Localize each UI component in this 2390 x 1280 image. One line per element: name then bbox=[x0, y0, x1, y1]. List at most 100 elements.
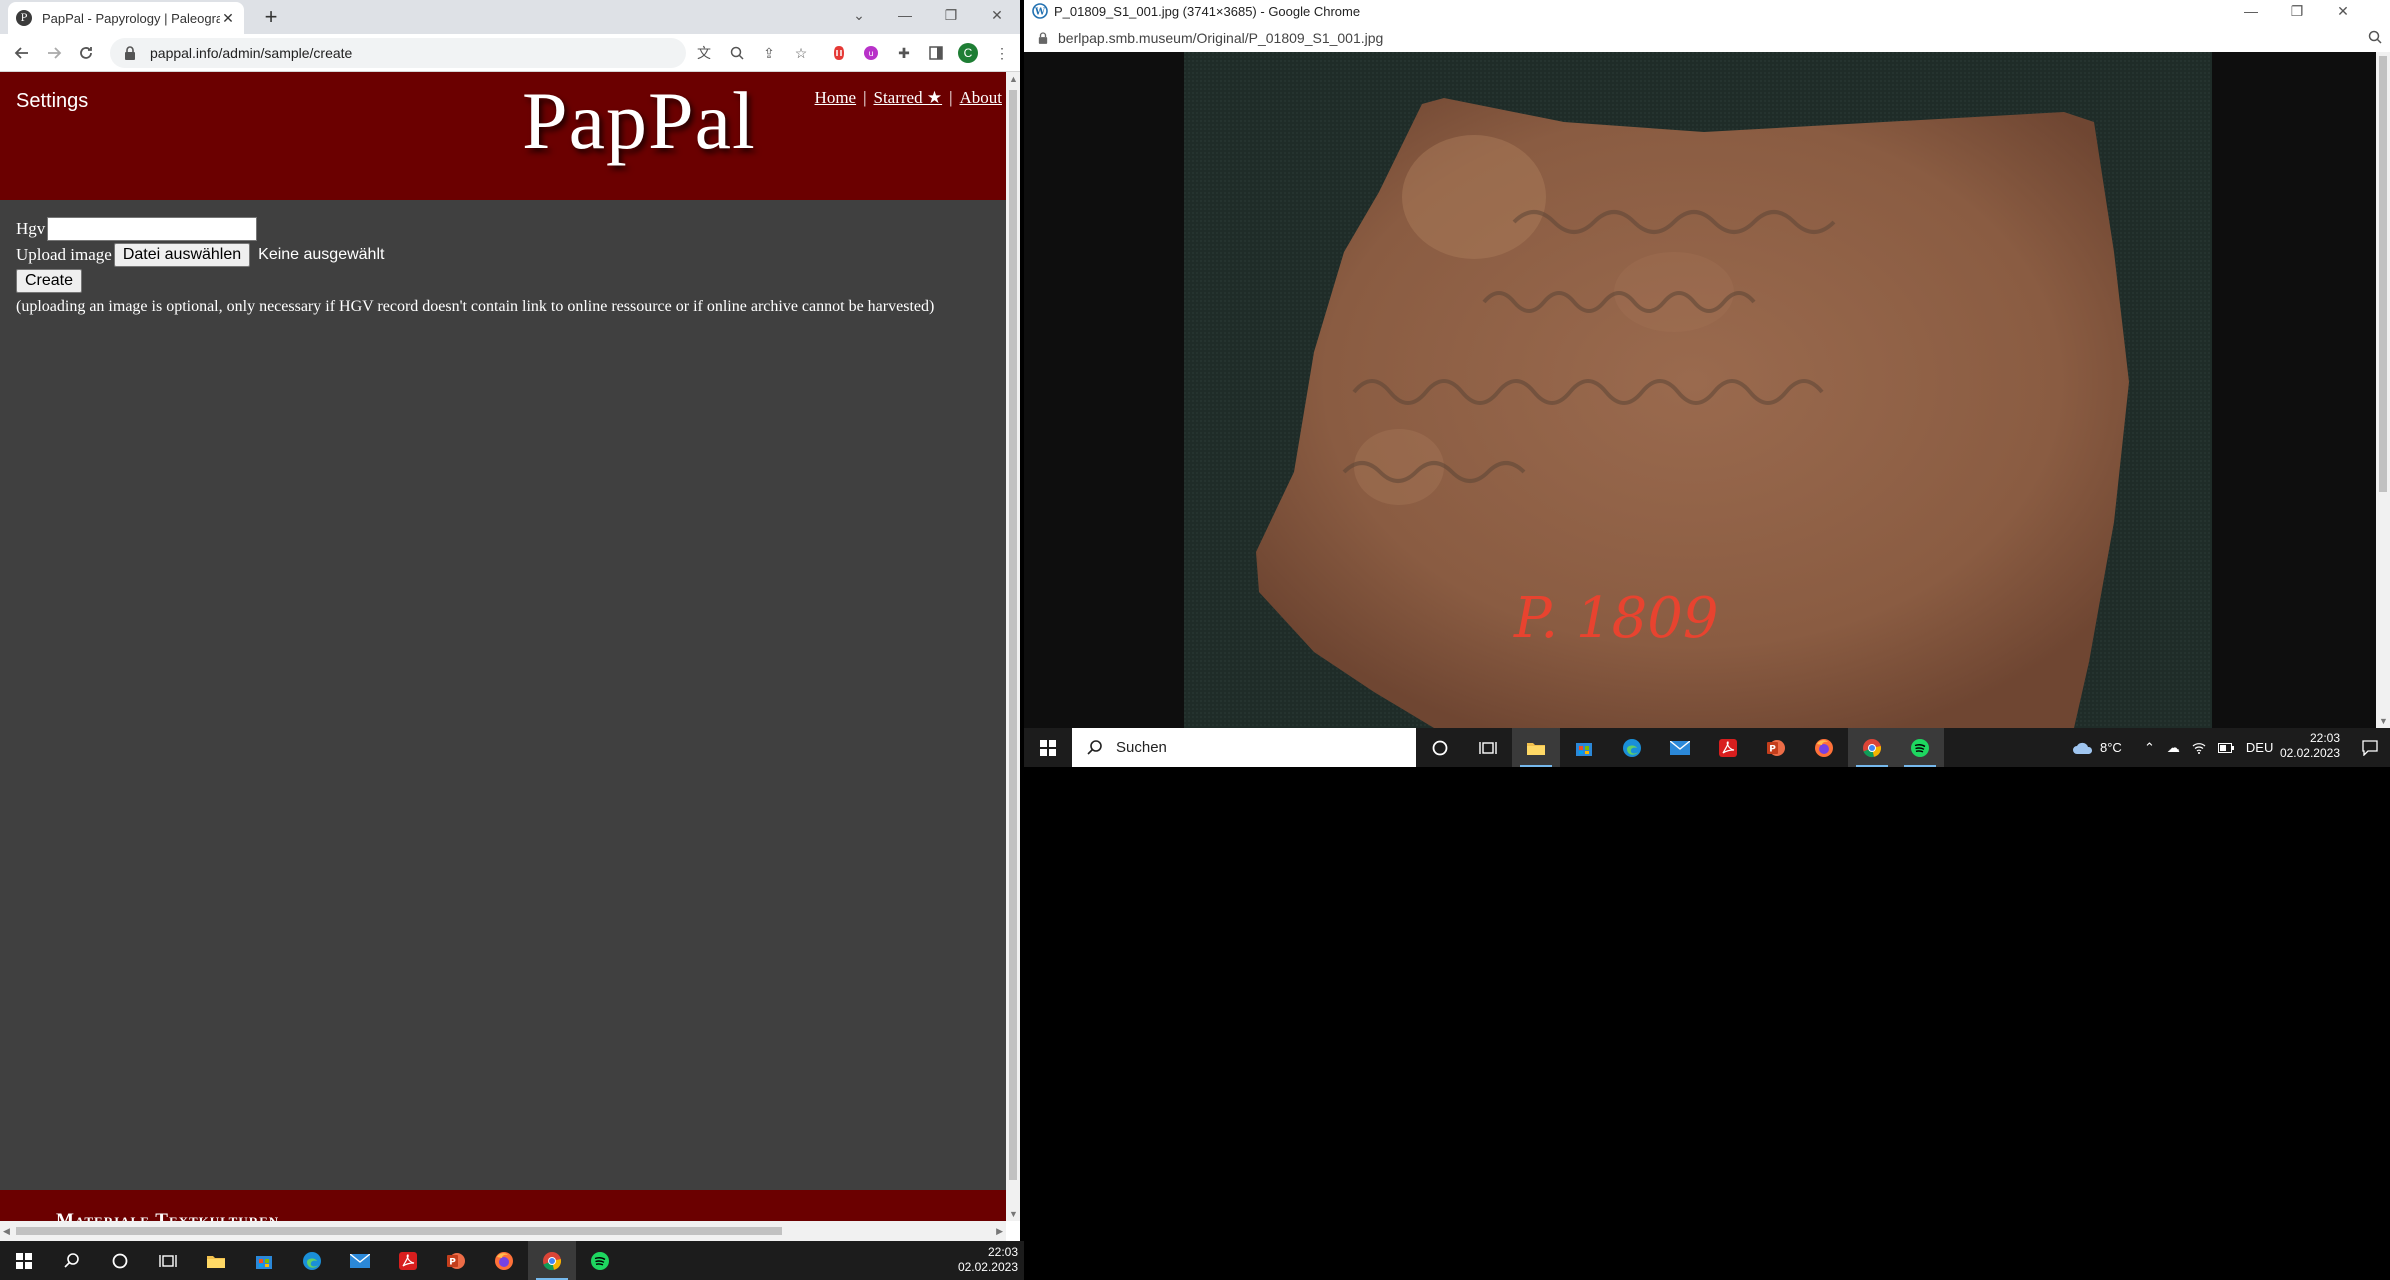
scrollbar-thumb[interactable] bbox=[16, 1227, 782, 1235]
scrollbar-thumb[interactable] bbox=[1009, 90, 1017, 1180]
onedrive-sync-icon[interactable]: ☁ bbox=[2167, 740, 2180, 756]
minimize-button[interactable]: — bbox=[882, 0, 928, 30]
browser-toolbar: pappal.info/admin/sample/create 文 ⇪ ☆ u … bbox=[0, 34, 1020, 72]
notifications-button[interactable] bbox=[2362, 728, 2378, 767]
mail-button[interactable] bbox=[1656, 728, 1704, 767]
tab-pappal[interactable]: P PapPal - Papyrology | Paleograph ✕ bbox=[8, 2, 244, 34]
battery-icon[interactable] bbox=[2217, 742, 2234, 753]
taskbar-left: P 22:03 02.02.2023 bbox=[0, 1241, 1024, 1280]
cortana-button[interactable] bbox=[1416, 728, 1464, 767]
edge-button[interactable] bbox=[1608, 728, 1656, 767]
zoom-icon[interactable] bbox=[727, 43, 747, 63]
start-button[interactable] bbox=[1024, 728, 1072, 767]
bookmark-star-icon[interactable]: ☆ bbox=[791, 43, 811, 63]
tab-strip: P PapPal - Papyrology | Paleograph ✕ + ⌄… bbox=[0, 0, 1020, 34]
spotify-button[interactable] bbox=[1896, 728, 1944, 767]
image-viewer[interactable]: P. 1809 bbox=[1024, 52, 2376, 728]
clock[interactable]: 22:03 02.02.2023 bbox=[958, 1245, 1018, 1275]
scroll-down-arrow-icon[interactable]: ▼ bbox=[1009, 1209, 1018, 1219]
firefox-button[interactable] bbox=[480, 1241, 528, 1280]
forward-button[interactable] bbox=[42, 41, 66, 65]
lock-icon bbox=[125, 46, 135, 60]
svg-text:u: u bbox=[868, 49, 873, 58]
chevron-up-icon[interactable]: ⌃ bbox=[2144, 740, 2155, 756]
vertical-scrollbar[interactable]: ▲ ▼ bbox=[1006, 72, 1020, 1221]
cortana-button[interactable] bbox=[96, 1241, 144, 1280]
weather-widget[interactable]: 8°C bbox=[2072, 728, 2122, 767]
chrome-icon bbox=[1863, 738, 1882, 757]
task-view-button[interactable] bbox=[1464, 728, 1512, 767]
taskbar-search-box[interactable]: Suchen bbox=[1072, 728, 1416, 767]
nav-starred-link[interactable]: Starred ★ bbox=[874, 88, 943, 107]
restore-button[interactable]: ❐ bbox=[928, 0, 974, 30]
nav-home-link[interactable]: Home bbox=[815, 88, 857, 107]
task-view-button[interactable] bbox=[144, 1241, 192, 1280]
firefox-icon bbox=[495, 1251, 513, 1270]
share-icon[interactable]: ⇪ bbox=[759, 43, 779, 63]
powerpoint-icon: P bbox=[1767, 739, 1785, 756]
profile-avatar[interactable]: C bbox=[958, 43, 978, 63]
minimize-button[interactable]: — bbox=[2228, 0, 2274, 22]
powerpoint-button[interactable]: P bbox=[1752, 728, 1800, 767]
translate-icon[interactable]: 文 bbox=[694, 43, 714, 63]
nav-about-link[interactable]: About bbox=[960, 88, 1003, 107]
back-button[interactable] bbox=[10, 41, 34, 65]
clock-time: 22:03 bbox=[2309, 731, 2340, 745]
ostracon-photo: P. 1809 bbox=[1184, 52, 2212, 728]
close-window-button[interactable]: ✕ bbox=[974, 0, 1020, 30]
close-window-button[interactable]: ✕ bbox=[2320, 0, 2366, 22]
scroll-right-arrow-icon[interactable]: ▶ bbox=[996, 1226, 1003, 1237]
wifi-icon[interactable] bbox=[2192, 742, 2206, 754]
powerpoint-button[interactable]: P bbox=[432, 1241, 480, 1280]
windows-icon bbox=[1040, 739, 1056, 756]
windows-icon bbox=[16, 1252, 32, 1269]
folder-icon bbox=[207, 1255, 225, 1268]
file-explorer-button[interactable] bbox=[192, 1241, 240, 1280]
zoom-icon[interactable] bbox=[2368, 30, 2382, 44]
search-placeholder: Suchen bbox=[1116, 739, 1167, 756]
start-button[interactable] bbox=[0, 1241, 48, 1280]
extension-purple-icon[interactable]: u bbox=[861, 43, 881, 63]
create-row: Create bbox=[16, 268, 934, 294]
pappal-logo[interactable]: PapPal bbox=[522, 74, 756, 168]
scroll-down-arrow-icon[interactable]: ▼ bbox=[2379, 716, 2388, 726]
address-bar[interactable]: pappal.info/admin/sample/create bbox=[110, 38, 686, 68]
file-explorer-button[interactable] bbox=[1512, 728, 1560, 767]
window-titlebar: W P_01809_S1_001.jpg (3741×3685) - Googl… bbox=[1024, 0, 2390, 22]
firefox-icon bbox=[1815, 738, 1833, 757]
extensions-puzzle-icon[interactable]: ✚ bbox=[894, 43, 914, 63]
mail-button[interactable] bbox=[336, 1241, 384, 1280]
store-button[interactable] bbox=[1560, 728, 1608, 767]
scroll-left-arrow-icon[interactable]: ◀ bbox=[3, 1226, 10, 1237]
scrollbar-thumb[interactable] bbox=[2379, 56, 2387, 492]
wordpress-icon: W bbox=[1032, 3, 1048, 19]
create-button[interactable]: Create bbox=[16, 269, 83, 293]
restore-button[interactable]: ❐ bbox=[2274, 0, 2320, 22]
tab-close-icon[interactable]: ✕ bbox=[220, 10, 236, 27]
acrobat-button[interactable] bbox=[1704, 728, 1752, 767]
horizontal-scrollbar[interactable]: ◀ ▶ bbox=[0, 1221, 1006, 1241]
chrome-button[interactable] bbox=[528, 1241, 576, 1280]
hgv-input[interactable] bbox=[47, 217, 258, 241]
new-tab-button[interactable]: + bbox=[258, 4, 284, 30]
clock[interactable]: 22:03 02.02.2023 bbox=[2280, 731, 2340, 761]
vertical-scrollbar[interactable]: ▼ bbox=[2376, 52, 2390, 728]
scroll-up-arrow-icon[interactable]: ▲ bbox=[1009, 74, 1018, 84]
edge-button[interactable] bbox=[288, 1241, 336, 1280]
popup-address-bar[interactable]: berlpap.smb.museum/Original/P_01809_S1_0… bbox=[1024, 24, 2390, 52]
side-panel-icon[interactable] bbox=[926, 43, 946, 63]
firefox-button[interactable] bbox=[1800, 728, 1848, 767]
tab-search-icon[interactable]: ⌄ bbox=[836, 0, 882, 30]
svg-text:P: P bbox=[449, 1257, 456, 1267]
chrome-button[interactable] bbox=[1848, 728, 1896, 767]
choose-file-button[interactable]: Datei auswählen bbox=[113, 243, 251, 267]
acrobat-button[interactable] bbox=[384, 1241, 432, 1280]
reload-button[interactable] bbox=[74, 41, 98, 65]
spotify-button[interactable] bbox=[576, 1241, 624, 1280]
search-button[interactable] bbox=[48, 1241, 96, 1280]
settings-link[interactable]: Settings bbox=[16, 90, 88, 113]
menu-kebab-icon[interactable]: ⋮ bbox=[992, 43, 1012, 63]
language-indicator[interactable]: DEU bbox=[2246, 740, 2273, 755]
store-button[interactable] bbox=[240, 1241, 288, 1280]
extension-red-icon[interactable] bbox=[829, 43, 849, 63]
